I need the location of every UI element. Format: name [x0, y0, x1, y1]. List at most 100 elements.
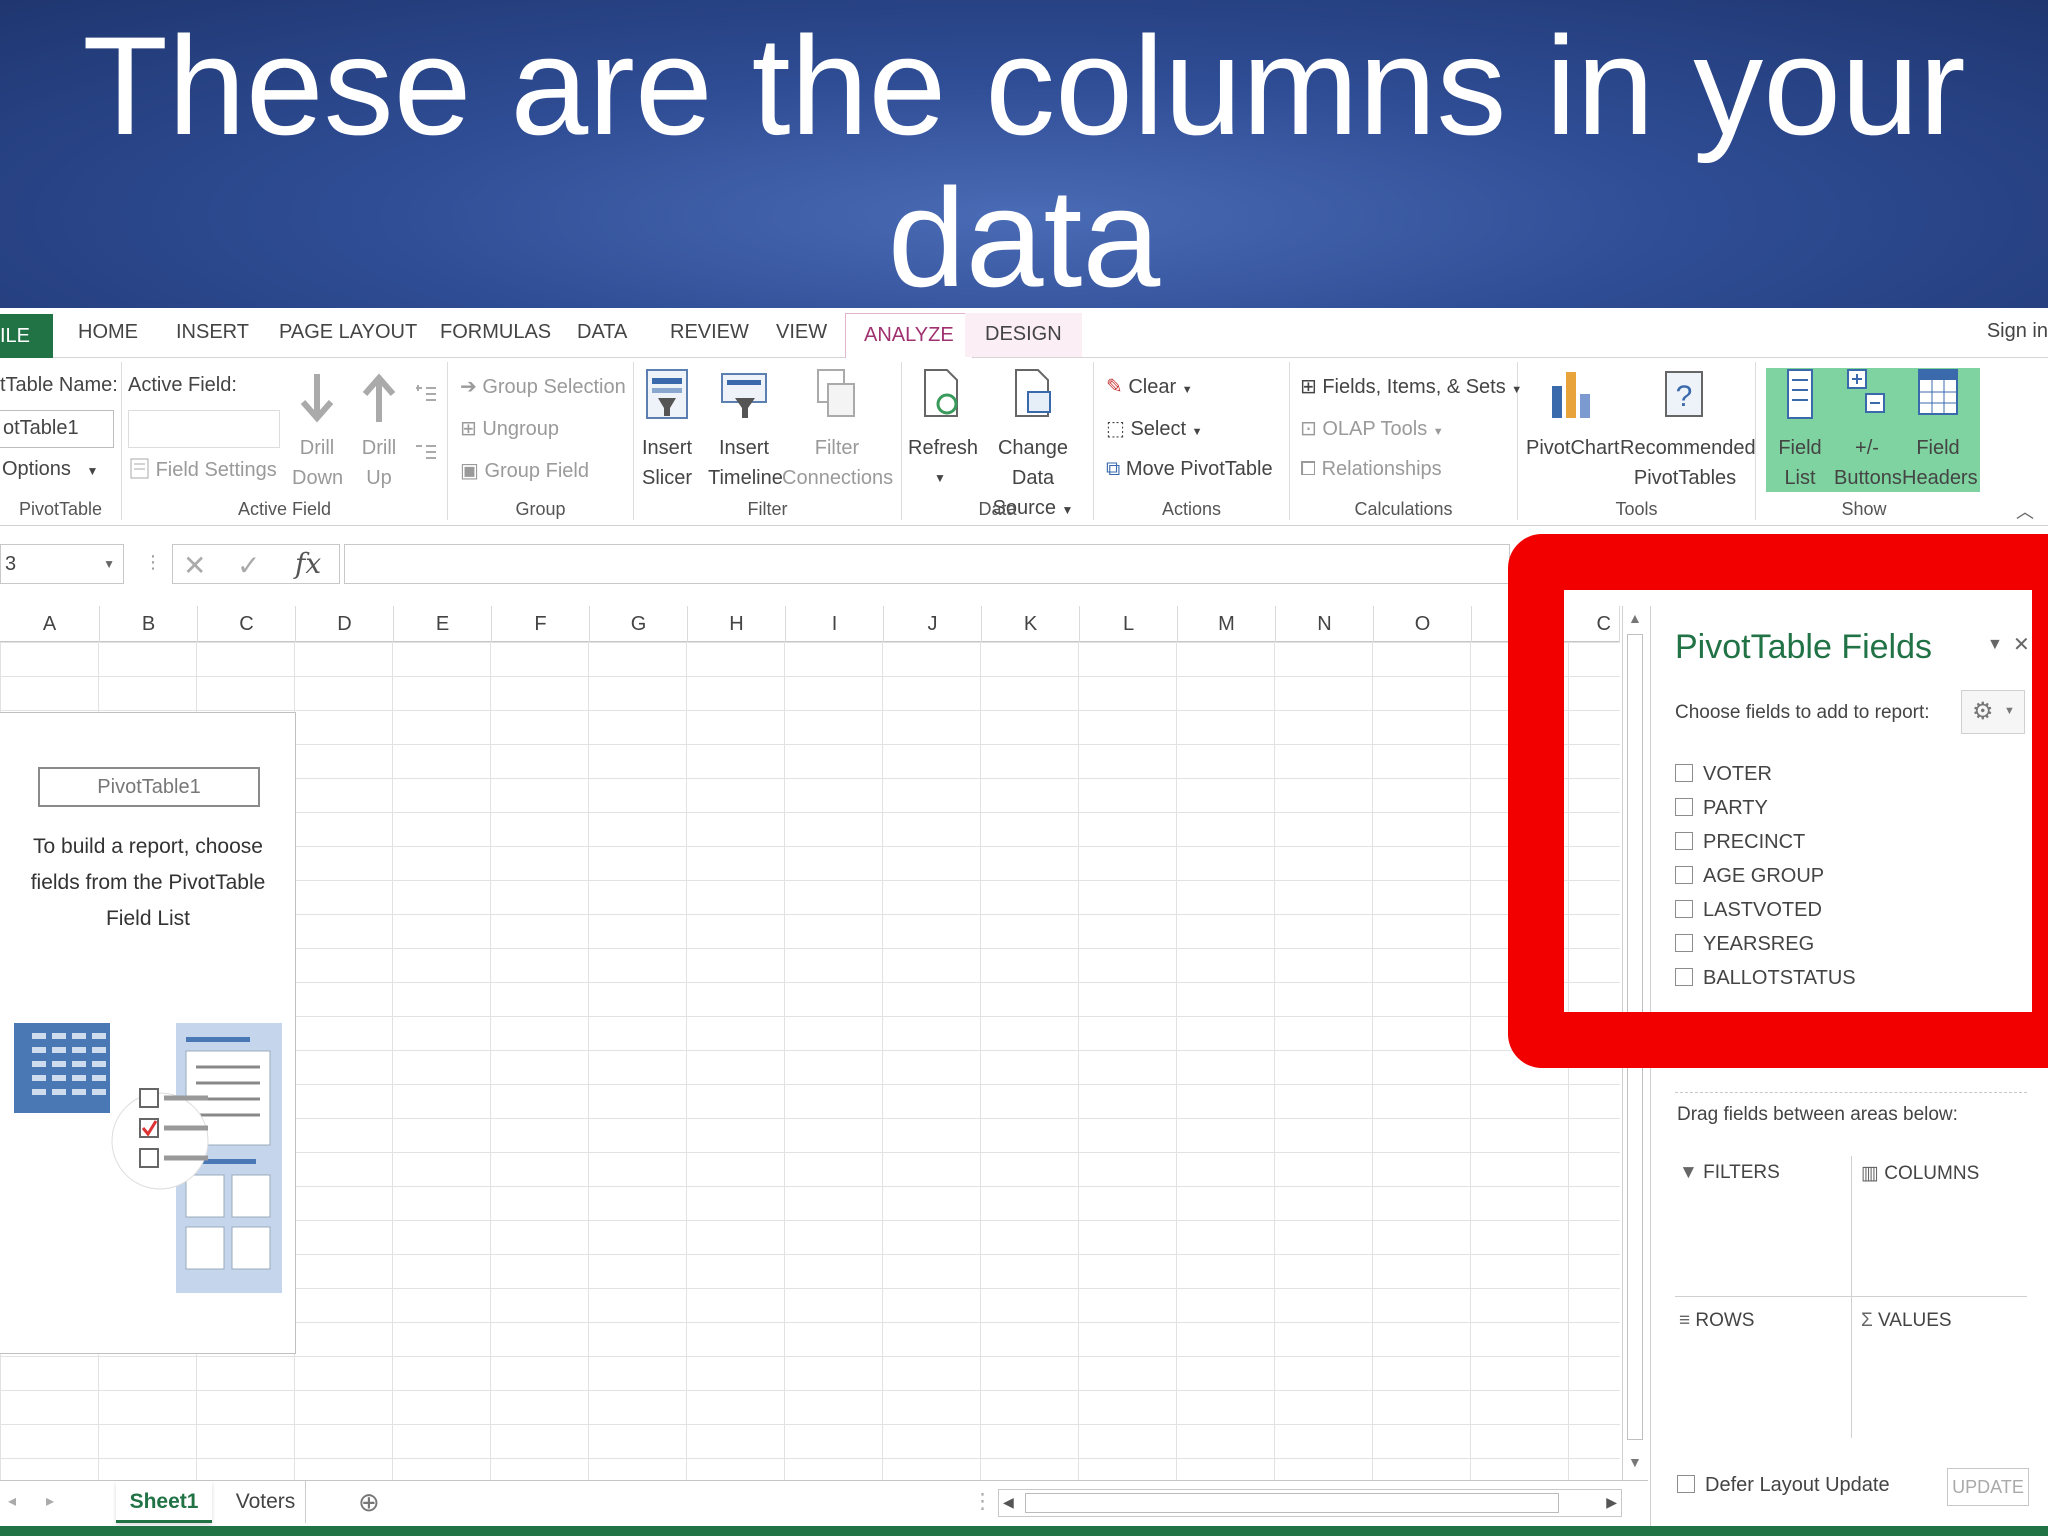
field-precinct[interactable]: PRECINCT [1675, 827, 1805, 857]
horizontal-scrollbar[interactable]: ◀ ▶ [998, 1489, 1622, 1517]
column-header-a[interactable]: A [0, 606, 100, 642]
select-button[interactable]: ⬚ Select ▼ [1106, 416, 1203, 441]
column-header-d[interactable]: D [296, 606, 394, 642]
insert-slicer-button[interactable]: Insert Slicer [638, 366, 696, 493]
defer-layout-update[interactable]: Defer Layout Update [1677, 1474, 1890, 1497]
sheet-prev-icon[interactable]: ◂ [8, 1481, 16, 1523]
tab-data[interactable]: DATA [577, 318, 627, 356]
add-sheet-icon[interactable]: ⊕ [358, 1481, 380, 1523]
ungroup-button[interactable]: ⊞ Ungroup [460, 416, 559, 441]
group-field-button[interactable]: ▣ Group Field [460, 458, 589, 483]
collapse-field-icon[interactable] [414, 440, 438, 469]
field-age-group[interactable]: AGE GROUP [1675, 861, 1824, 891]
field-headers-toggle[interactable]: Field Headers [1902, 366, 1978, 493]
column-header-k[interactable]: K [982, 606, 1080, 642]
tab-page-layout[interactable]: PAGE LAYOUT [279, 318, 417, 356]
tab-file[interactable]: ILE [0, 314, 53, 358]
buttons-toggle[interactable]: +/- Buttons [1834, 366, 1902, 493]
field-precinct-checkbox[interactable] [1675, 831, 1693, 850]
pivottable-placeholder[interactable]: PivotTable1 To build a report, choose fi… [0, 712, 296, 1354]
pane-options-chevron-icon[interactable]: ▼ [1987, 636, 2003, 654]
formula-input[interactable] [344, 544, 1510, 584]
fields-items-sets-button[interactable]: ⊞ Fields, Items, & Sets ▼ [1300, 374, 1522, 399]
values-area[interactable]: Σ VALUES [1861, 1310, 1952, 1332]
drill-down-button[interactable]: Drill Down [292, 372, 343, 493]
field-ballotstatus-checkbox[interactable] [1675, 967, 1693, 986]
tab-home[interactable]: HOME [78, 318, 138, 356]
tab-design[interactable]: DESIGN [965, 313, 1082, 357]
tab-insert[interactable]: INSERT [176, 318, 249, 356]
horizontal-scroll-thumb[interactable] [1025, 1493, 1559, 1513]
update-button[interactable]: UPDATE [1947, 1468, 2029, 1506]
olap-tools-button[interactable]: ⊡ OLAP Tools ▼ [1300, 416, 1444, 441]
sheet-next-icon[interactable]: ▸ [46, 1481, 54, 1523]
active-field-input[interactable] [128, 410, 280, 448]
column-header-m[interactable]: M [1178, 606, 1276, 642]
field-ballotstatus[interactable]: BALLOTSTATUS [1675, 963, 1856, 993]
tab-view[interactable]: VIEW [776, 318, 827, 356]
insert-function-icon[interactable]: fx [295, 547, 321, 580]
collapse-ribbon-icon[interactable]: ︿ [2016, 498, 2034, 524]
pane-close-icon[interactable]: ✕ [2013, 632, 2030, 657]
refresh-button[interactable]: Refresh ▼ [908, 366, 978, 493]
name-box[interactable]: 3 ▼ [0, 544, 124, 584]
filters-area[interactable]: ▼ FILTERS [1679, 1162, 1780, 1184]
defer-layout-checkbox[interactable] [1677, 1474, 1695, 1493]
columns-area[interactable]: ▥ COLUMNS [1861, 1162, 1979, 1185]
column-header-g[interactable]: G [590, 606, 688, 642]
column-header-i[interactable]: I [786, 606, 884, 642]
group-selection-button[interactable]: ➔ Group Selection [460, 374, 626, 399]
field-lastvoted-checkbox[interactable] [1675, 899, 1693, 918]
column-header-o[interactable]: O [1374, 606, 1472, 642]
column-header-f[interactable]: F [492, 606, 590, 642]
scroll-down-icon[interactable]: ▼ [1628, 1454, 1642, 1470]
column-header-e[interactable]: E [394, 606, 492, 642]
column-header-n[interactable]: N [1276, 606, 1374, 642]
filter-connections-button[interactable]: Filter Connections [782, 366, 893, 493]
scroll-up-icon[interactable]: ▲ [1628, 610, 1642, 626]
cancel-icon[interactable]: ✕ [183, 549, 206, 582]
relationships-button[interactable]: ⧠ Relationships [1300, 458, 1442, 481]
pivotchart-button[interactable]: PivotChart [1526, 366, 1619, 463]
sign-in-link[interactable]: Sign in [1987, 320, 2048, 343]
options-button[interactable]: Options ▼ [2, 458, 98, 481]
field-voter-checkbox[interactable] [1675, 763, 1693, 782]
enter-check-icon[interactable]: ✓ [237, 549, 260, 582]
field-voter[interactable]: VOTER [1675, 759, 1772, 789]
column-header-partial[interactable]: C [1472, 606, 1620, 642]
expand-field-icon[interactable] [414, 382, 438, 411]
split-handle-icon[interactable]: ⋮ [972, 1481, 993, 1523]
field-yearsreg-checkbox[interactable] [1675, 933, 1693, 952]
tab-analyze[interactable]: ANALYZE [845, 313, 973, 359]
field-lastvoted[interactable]: LASTVOTED [1675, 895, 1822, 925]
recommended-pivottables-button[interactable]: ? Recommended PivotTables [1620, 366, 1756, 493]
drill-up-button[interactable]: Drill Up [354, 372, 404, 493]
scroll-left-icon[interactable]: ◀ [1003, 1494, 1014, 1511]
rows-area[interactable]: ≡ ROWS [1679, 1310, 1754, 1332]
move-pivottable-button[interactable]: ⧉ Move PivotTable [1106, 458, 1273, 481]
tab-formulas[interactable]: FORMULAS [440, 318, 551, 356]
column-header-h[interactable]: H [688, 606, 786, 642]
column-header-j[interactable]: J [884, 606, 982, 642]
tab-review[interactable]: REVIEW [670, 318, 749, 356]
scroll-right-icon[interactable]: ▶ [1606, 1494, 1617, 1511]
vertical-scrollbar[interactable]: ▲ ▼ [1622, 606, 1648, 1480]
field-age-group-checkbox[interactable] [1675, 865, 1693, 884]
field-list-icon [1787, 369, 1813, 419]
sheet-tab-voters[interactable]: Voters [226, 1481, 306, 1523]
field-list-button[interactable]: Field List [1768, 366, 1832, 493]
column-header-b[interactable]: B [100, 606, 198, 642]
pane-tools-button[interactable]: ⚙ ▼ [1961, 690, 2025, 734]
clear-button[interactable]: ✎ Clear ▼ [1106, 374, 1193, 399]
column-header-c[interactable]: C [198, 606, 296, 642]
field-yearsreg[interactable]: YEARSREG [1675, 929, 1814, 959]
field-party[interactable]: PARTY [1675, 793, 1768, 823]
insert-timeline-button[interactable]: Insert Timeline [708, 366, 783, 493]
field-settings-button[interactable]: Field Settings [130, 458, 277, 482]
scroll-thumb[interactable] [1627, 634, 1643, 1440]
sheet-tab-sheet1[interactable]: Sheet1 [116, 1481, 212, 1523]
field-party-checkbox[interactable] [1675, 797, 1693, 816]
column-header-l[interactable]: L [1080, 606, 1178, 642]
pivottable-name-input[interactable]: otTable1 [0, 410, 114, 448]
field-headers-label-2: Headers [1902, 467, 1978, 489]
